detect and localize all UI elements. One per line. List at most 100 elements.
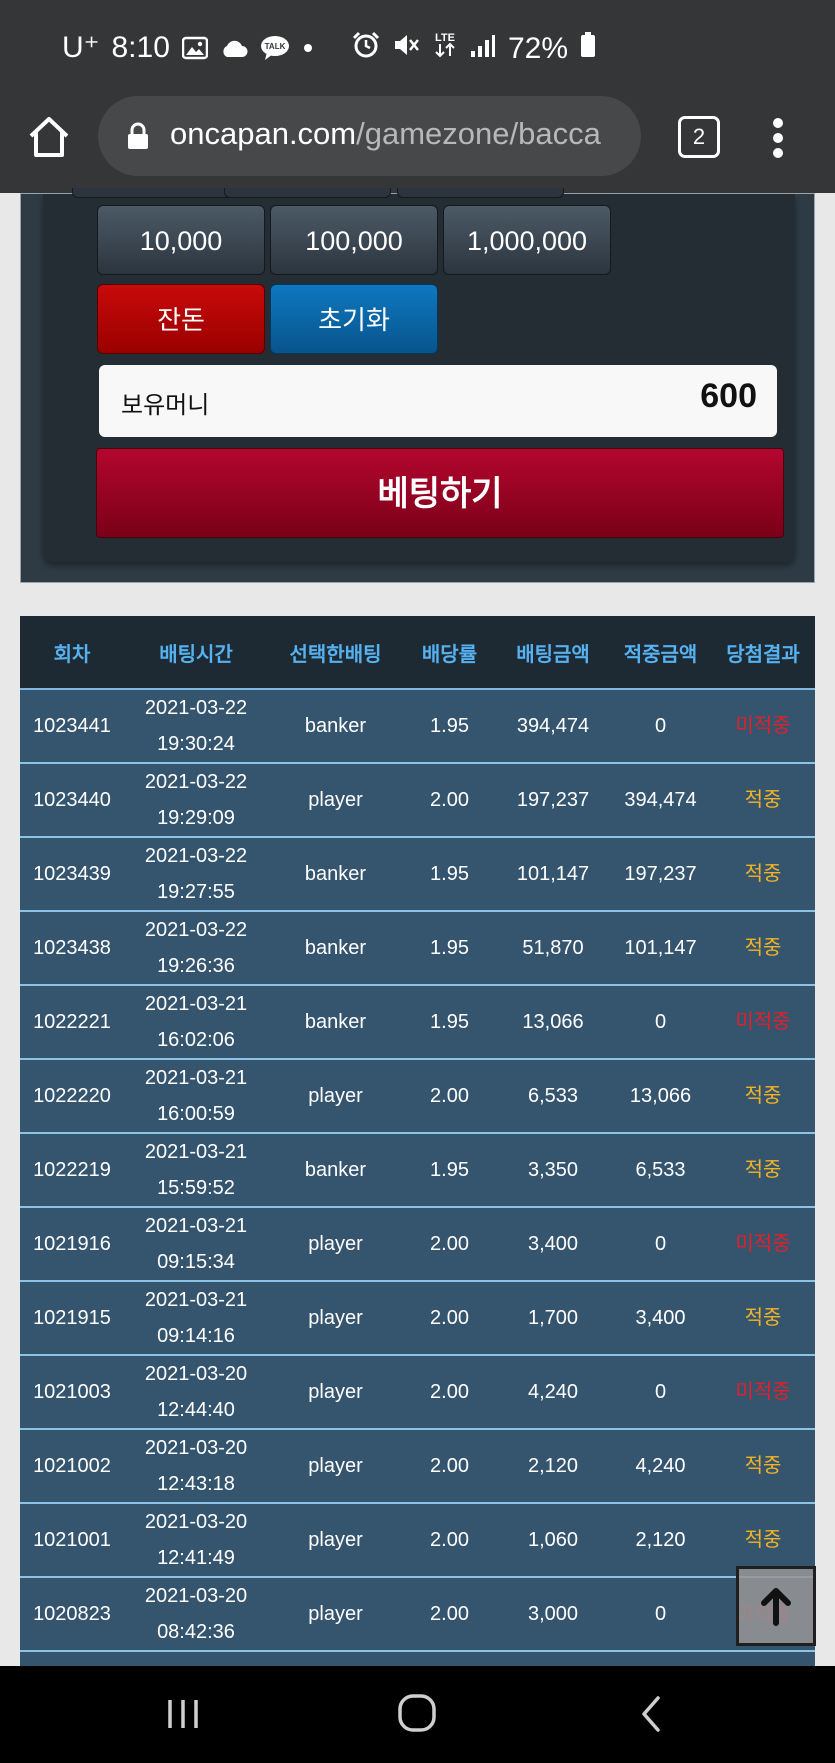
cell-bet-amount: 394,474 (496, 689, 610, 764)
cell-round: 1022220 (20, 1059, 124, 1134)
cell-bet-time: 2021-03-21 16:00:59 (124, 1059, 268, 1134)
cell-result: 적중 (711, 1429, 815, 1504)
cell-date: 2021-03-22 (144, 845, 248, 867)
chip-10000-button[interactable]: 10,000 (97, 205, 265, 275)
table-row: 1022221 2021-03-21 16:02:06 banker 1.95 1… (20, 985, 815, 1060)
chip-row-above (72, 188, 239, 198)
mute-icon (392, 31, 420, 67)
cell-win-amount: 0 (610, 1577, 711, 1652)
cell-win-amount: 13,066 (610, 1059, 711, 1134)
cell-date: 2021-03-20 (144, 1437, 248, 1459)
cell-bet-time: 2021-03-21 15:59:52 (124, 1133, 268, 1208)
cell-time: 16:02:06 (157, 1029, 235, 1051)
col-header-odds: 배당률 (403, 616, 496, 690)
home-icon[interactable] (26, 114, 72, 160)
cell-odds: 1.95 (403, 837, 496, 912)
cell-time: 12:41:49 (157, 1547, 235, 1569)
cell-bet-time: 2021-03-21 16:02:06 (124, 985, 268, 1060)
holding-money-value: 600 (700, 377, 757, 415)
alarm-icon (352, 31, 380, 67)
table-row: 1021001 2021-03-20 12:41:49 player 2.00 1… (20, 1503, 815, 1578)
recent-apps-icon[interactable] (158, 1692, 208, 1736)
cell-round: 1021915 (20, 1281, 124, 1356)
cell-odds: 2.00 (403, 1059, 496, 1134)
cell-bet-time: 2021-03-22 19:30:24 (124, 689, 268, 764)
cell-bet-amount: 2,120 (496, 1429, 610, 1504)
cell-time: 16:00:59 (157, 1103, 235, 1125)
chip-1000000-button[interactable]: 1,000,000 (443, 205, 611, 275)
url-host: oncapan.com (170, 116, 357, 151)
cell-bet-amount: 51,870 (496, 911, 610, 986)
cell-date: 2021-03-21 (144, 993, 248, 1015)
cell-time: 09:14:16 (157, 1325, 235, 1347)
cell-win-amount: 0 (610, 689, 711, 764)
talk-icon: TALK (260, 35, 290, 61)
battery-level: 72% (508, 32, 569, 65)
reset-button[interactable]: 초기화 (270, 284, 438, 354)
more-menu-icon[interactable] (772, 118, 784, 158)
cell-pick: banker (268, 985, 403, 1060)
status-bar: U⁺ 8:10 TALK LTE 72% (0, 0, 835, 96)
cell-bet-time: 2021-03-21 09:14:16 (124, 1281, 268, 1356)
chip-100000-button[interactable]: 100,000 (270, 205, 438, 275)
cell-bet-amount: 197,237 (496, 763, 610, 838)
cell-bet-amount: 3,350 (496, 1133, 610, 1208)
cell-round: 1021916 (20, 1207, 124, 1282)
cell-bet-time: 2021-03-22 19:29:09 (124, 763, 268, 838)
home-nav-icon[interactable] (392, 1692, 442, 1736)
cell-pick: player (268, 1207, 403, 1282)
cell-pick: player (268, 1059, 403, 1134)
url-bar[interactable]: oncapan.com/gamezone/bacca (98, 96, 641, 176)
cell-result: 적중 (711, 911, 815, 986)
cell-odds: 1.95 (403, 911, 496, 986)
cell-win-amount: 394,474 (610, 763, 711, 838)
cloud-icon (220, 38, 248, 58)
scroll-to-top-button[interactable] (736, 1566, 816, 1646)
cell-round: 1022221 (20, 985, 124, 1060)
cell-win-amount: 197,237 (610, 837, 711, 912)
cell-result: 적중 (711, 763, 815, 838)
chip-row-above (397, 188, 564, 198)
col-header-win-amount: 적중금액 (610, 616, 711, 690)
cell-result: 적중 (711, 1133, 815, 1208)
place-bet-button[interactable]: 베팅하기 (96, 448, 784, 538)
cell-time: 08:42:36 (157, 1621, 235, 1643)
table-row: 1023439 2021-03-22 19:27:55 banker 1.95 1… (20, 837, 815, 912)
browser-toolbar: oncapan.com/gamezone/bacca 2 (0, 96, 835, 193)
lock-icon (126, 122, 150, 150)
tab-switcher-button[interactable]: 2 (678, 116, 720, 158)
dot-icon (302, 42, 314, 54)
cell-pick: banker (268, 837, 403, 912)
col-header-bet-time: 배팅시간 (124, 616, 268, 690)
cell-date: 2021-03-21 (144, 1289, 248, 1311)
cell-date: 2021-03-22 (144, 919, 248, 941)
change-button[interactable]: 잔돈 (97, 284, 265, 354)
cell-win-amount: 0 (610, 985, 711, 1060)
url-path: /gamezone/bacca (356, 116, 601, 151)
cell-result: 미적중 (711, 985, 815, 1060)
cell-odds: 2.00 (403, 1207, 496, 1282)
cell-win-amount: 0 (610, 1207, 711, 1282)
back-icon[interactable] (628, 1692, 678, 1736)
battery-icon (580, 32, 596, 66)
cell-time: 19:30:24 (157, 733, 235, 755)
cell-win-amount: 6,533 (610, 1133, 711, 1208)
cell-pick: player (268, 1503, 403, 1578)
gallery-icon (181, 36, 208, 60)
cell-time: 19:27:55 (157, 881, 235, 903)
cell-bet-amount: 1,700 (496, 1281, 610, 1356)
cell-odds: 2.00 (403, 1577, 496, 1652)
cell-odds: 1.95 (403, 689, 496, 764)
url-text[interactable]: oncapan.com/gamezone/bacca (170, 116, 601, 152)
cell-round: 1023440 (20, 763, 124, 838)
cell-date: 2021-03-22 (144, 771, 248, 793)
cell-bet-time: 2021-03-22 19:27:55 (124, 837, 268, 912)
cell-round: 1021003 (20, 1355, 124, 1430)
cell-round: 1023441 (20, 689, 124, 764)
cell-result: 적중 (711, 1281, 815, 1356)
col-header-pick: 선택한배팅 (268, 616, 403, 690)
table-row: 1021002 2021-03-20 12:43:18 player 2.00 2… (20, 1429, 815, 1504)
cell-win-amount: 101,147 (610, 911, 711, 986)
cell-date: 2021-03-20 (144, 1511, 248, 1533)
cell-time: 19:26:36 (157, 955, 235, 977)
